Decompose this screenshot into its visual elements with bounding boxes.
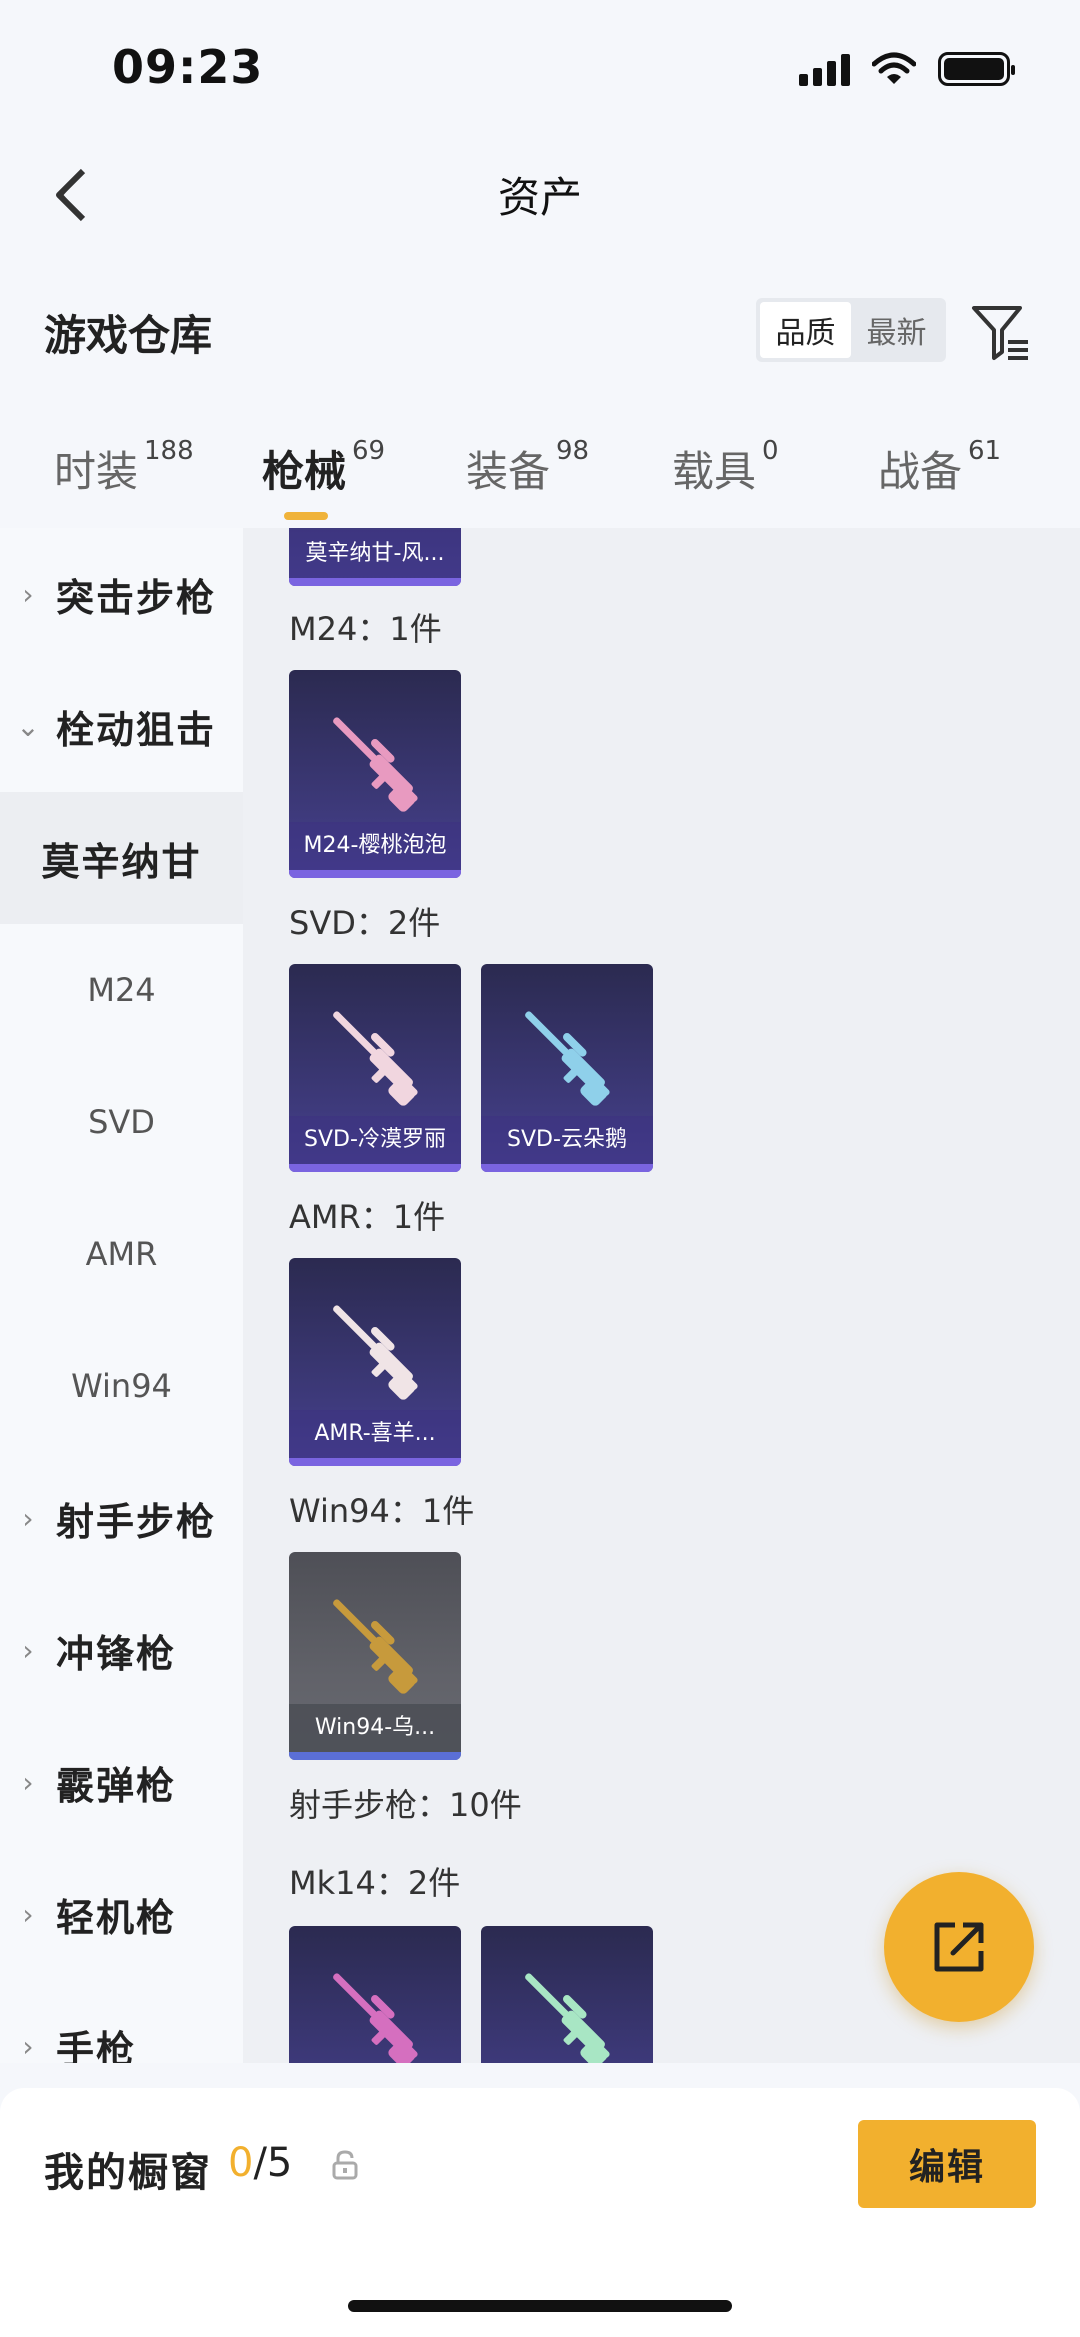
tab-label: 时装 [54,447,139,496]
skin-card[interactable] [481,1926,653,2063]
group-label-svd: SVD：2件 [289,904,441,942]
filter-button[interactable] [968,300,1034,366]
weapon-content: 莫辛纳甘-风... M24：1件 M24-樱桃泡泡 SVD：2件 SVD-冷漠罗… [243,528,1080,2063]
tab-fashion[interactable]: 时装 188 [54,436,194,499]
group-label-mk14: Mk14：2件 [289,1864,461,1902]
tab-supplies[interactable]: 战备 61 [878,436,1002,499]
category-tabs: 时装 188 枪械 69 装备 98 载具 0 战备 61 [0,428,1080,528]
sidebar-item-shotguns[interactable]: › 霰弹枪 [0,1716,243,1848]
tab-equipment[interactable]: 装备 98 [466,436,590,499]
skin-card[interactable]: SVD-冷漠罗丽 [289,964,461,1172]
page-title: 资产 [497,173,582,222]
tab-count: 0 [762,436,779,466]
tab-count: 61 [968,436,1002,466]
skin-card[interactable]: AMR-喜羊... [289,1258,461,1466]
skin-card[interactable]: M24-樱桃泡泡 [289,670,461,878]
warehouse-header: 游戏仓库 品质 最新 [0,280,1080,380]
sidebar-item-label: 射手步枪 [56,1499,217,1544]
wifi-icon [872,52,916,84]
rifle-icon [525,1973,610,2063]
sort-toggle: 品质 最新 [756,298,946,362]
status-icons [799,52,1015,86]
tab-vehicles[interactable]: 载具 0 [672,436,779,499]
rifle-icon [525,1011,610,1106]
tab-label: 枪械 [262,447,347,496]
chevron-right-icon: › [22,1765,34,1799]
status-bar: 09:23 [0,0,1080,130]
skin-name: AMR-喜羊... [289,1410,461,1458]
showcase-current: 0 [228,2140,254,2186]
rifle-icon [333,1011,418,1106]
skin-name: Win94-乌... [289,1704,461,1752]
sidebar-item-label: 突击步枪 [56,575,217,620]
tab-label: 战备 [878,447,963,496]
sidebar-subitem-win94[interactable]: Win94 [0,1320,243,1452]
active-tab-indicator [284,512,328,520]
sidebar-item-label: 冲锋枪 [56,1631,177,1676]
sidebar-item-label: 轻机枪 [56,1895,177,1940]
weapon-sidebar: › 突击步枪 ⌄ 栓动狙击 莫辛纳甘 M24 SVD AMR Win94 › 射… [0,528,243,2063]
chevron-right-icon: › [22,1633,34,1667]
showcase-total: /5 [253,2140,293,2186]
chevron-right-icon: › [22,1897,34,1931]
skin-card[interactable]: Win94-乌... [289,1552,461,1760]
warehouse-title: 游戏仓库 [44,311,213,360]
sidebar-item-marksman-rifles[interactable]: › 射手步枪 [0,1452,243,1584]
sidebar-subitem-svd[interactable]: SVD [0,1056,243,1188]
skin-name: M24-樱桃泡泡 [289,822,461,870]
sort-newest-option[interactable]: 最新 [851,302,942,358]
sort-quality-option[interactable]: 品质 [760,302,851,358]
skin-card[interactable]: SVD-云朵鹅 [481,964,653,1172]
sidebar-subitem-mosin[interactable]: 莫辛纳甘 [0,792,243,924]
group-label-win94: Win94：1件 [289,1492,475,1530]
chevron-right-icon: › [22,577,34,611]
tab-label: 载具 [672,447,757,496]
sidebar-item-label: 手枪 [56,2027,137,2064]
tab-label: 装备 [466,447,551,496]
sidebar-item-assault-rifles[interactable]: › 突击步枪 [0,528,243,660]
sidebar-subitem-m24[interactable]: M24 [0,924,243,1056]
rifle-icon [333,1599,418,1694]
skin-card[interactable] [289,1926,461,2063]
rifle-icon [333,1973,418,2063]
sidebar-item-pistols[interactable]: › 手枪 [0,1980,243,2064]
skin-name: 莫辛纳甘-风... [289,530,461,578]
sidebar-item-label: 栓动狙击 [56,707,217,752]
tab-firearms[interactable]: 枪械 69 [262,436,386,499]
tab-count: 69 [352,436,386,466]
tab-count: 188 [144,436,194,466]
sidebar-item-smgs[interactable]: › 冲锋枪 [0,1584,243,1716]
showcase-label: 我的橱窗 [44,2150,212,2196]
home-indicator [348,2300,732,2312]
sidebar-subitem-amr[interactable]: AMR [0,1188,243,1320]
skin-card[interactable]: 莫辛纳甘-风... [289,528,461,586]
share-button[interactable] [884,1872,1034,2022]
sidebar-item-lmgs[interactable]: › 轻机枪 [0,1848,243,1980]
group-label-amr: AMR：1件 [289,1198,446,1236]
battery-icon [938,52,1015,86]
showcase-count: 0/5 [228,2140,292,2186]
rifle-icon [333,1305,418,1400]
section-label-marksman: 射手步枪：10件 [289,1786,522,1824]
chevron-right-icon: › [22,2029,34,2063]
status-time: 09:23 [112,40,264,94]
tab-count: 98 [556,436,590,466]
sidebar-item-label: 霰弹枪 [56,1763,177,1808]
filter-icon [972,306,1028,360]
external-link-icon [934,1922,984,1972]
chevron-right-icon: › [22,1501,34,1535]
skin-name: SVD-云朵鹅 [481,1116,653,1164]
sidebar-item-bolt-snipers[interactable]: ⌄ 栓动狙击 [0,660,243,792]
lock-icon [332,2150,358,2180]
edit-button[interactable]: 编辑 [858,2120,1036,2208]
chevron-down-icon: ⌄ [16,709,40,743]
cellular-signal-icon [799,52,850,86]
skin-name: SVD-冷漠罗丽 [289,1116,461,1164]
group-label-m24: M24：1件 [289,610,442,648]
rifle-icon [333,717,418,812]
nav-bar: 资产 [0,140,1080,250]
